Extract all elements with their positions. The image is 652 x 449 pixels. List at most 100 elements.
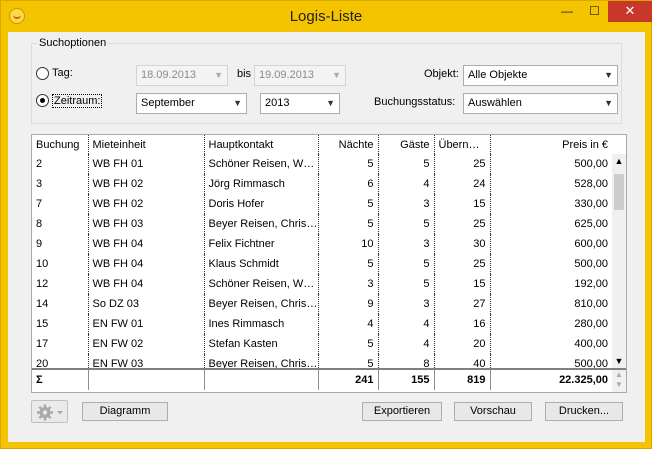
cell-buchung: 20 (32, 354, 89, 368)
cell-gaeste: 5 (378, 214, 435, 234)
cell-gaeste: 5 (378, 274, 435, 294)
zeitraum-radio[interactable] (36, 94, 49, 107)
column-header-preis[interactable]: Preis in € (490, 135, 612, 154)
cell-uebernachtungen: 40 (434, 354, 491, 368)
cell-uebernachtungen: 15 (434, 274, 491, 294)
close-button[interactable]: ✕ (608, 1, 652, 22)
scroll-down-icon[interactable]: ▼ (612, 356, 626, 366)
table-row[interactable]: 12 WB FH 04 Schöner Reisen, W… 3 5 15 192,00 (32, 274, 612, 294)
cell-buchung: 8 (32, 214, 89, 234)
cell-mieteinheit: WB FH 02 (88, 194, 205, 214)
chevron-down-icon: ▼ (233, 98, 242, 108)
chevron-down-icon: ▼ (214, 70, 223, 80)
cell-naechte: 5 (318, 154, 379, 174)
table-row[interactable]: 2 WB FH 01 Schöner Reisen, W… 5 5 25 500,00 (32, 154, 612, 174)
table-row[interactable]: 10 WB FH 04 Klaus Schmidt 5 5 25 500,00 (32, 254, 612, 274)
search-options-label: Suchoptionen (37, 37, 109, 49)
date-to-picker[interactable]: 19.09.2013 ▼ (254, 65, 346, 86)
table-row[interactable]: 9 WB FH 04 Felix Fichtner 10 3 30 600,00 (32, 234, 612, 254)
maximize-button[interactable]: ☐ (581, 1, 608, 22)
diagramm-button[interactable]: Diagramm (82, 402, 168, 421)
cell-naechte: 10 (318, 234, 379, 254)
table-body: 2 WB FH 01 Schöner Reisen, W… 5 5 25 500,00 3 WB… (32, 154, 612, 368)
scroll-thumb[interactable] (614, 174, 624, 210)
status-select[interactable]: Auswählen ▼ (463, 93, 618, 114)
cell-uebernachtungen: 25 (434, 214, 491, 234)
cell-preis: 280,00 (574, 318, 608, 330)
cell-buchung: 7 (32, 194, 89, 214)
vorschau-button[interactable]: Vorschau (454, 402, 532, 421)
chevron-down-icon: ▼ (604, 70, 613, 80)
column-header-gaeste[interactable]: Gäste (378, 135, 435, 154)
cell-preis: 528,00 (574, 178, 608, 190)
scroll-up-icon[interactable]: ▲ (612, 156, 626, 166)
sum-label: Σ (32, 370, 89, 390)
cell-uebernachtungen: 24 (434, 174, 491, 194)
sum-table: Σ 241 155 819 22.325,00 (32, 370, 612, 390)
window-client-area: Suchoptionen Tag: 18.09.2013 ▼ bis 19.09… (8, 32, 645, 442)
cell-mieteinheit: WB FH 01 (88, 154, 205, 174)
table-row[interactable]: 7 WB FH 02 Doris Hofer 5 3 15 330,00 (32, 194, 612, 214)
objekt-label: Objekt: (424, 68, 459, 80)
date-to-value: 19.09.2013 (259, 69, 315, 81)
table-row[interactable]: 3 WB FH 02 Jörg Rimmasch 6 4 24 528,00 (32, 174, 612, 194)
table-row[interactable]: 14 So DZ 03 Beyer Reisen, Chris… 9 3 27 810,00 (32, 294, 612, 314)
cell-mieteinheit: EN FW 03 (88, 354, 205, 368)
cell-preis: 500,00 (574, 258, 608, 270)
cell-gaeste: 5 (378, 154, 435, 174)
cell-mieteinheit: WB FH 04 (88, 234, 205, 254)
column-header-hauptkontakt[interactable]: Hauptkontakt (204, 135, 319, 154)
column-header-uebernachtungen[interactable]: Übern… (434, 135, 491, 154)
cell-uebernachtungen: 15 (434, 194, 491, 214)
cell-preis: 625,00 (574, 218, 608, 230)
cell-preis: 330,00 (574, 198, 608, 210)
table-row[interactable]: 17 EN FW 02 Stefan Kasten 5 4 20 400,00 (32, 334, 612, 354)
cell-hauptkontakt: Doris Hofer (204, 194, 319, 214)
cell-buchung: 17 (32, 334, 89, 354)
cell-gaeste: 3 (378, 194, 435, 214)
vertical-scrollbar[interactable]: ▲ ▼ (612, 154, 626, 368)
cell-preis: 500,00 (574, 158, 608, 170)
cell-mieteinheit: WB FH 03 (88, 214, 205, 234)
cell-hauptkontakt: Klaus Schmidt (204, 254, 319, 274)
status-label: Buchungsstatus: (374, 96, 456, 108)
settings-menu-button[interactable] (31, 400, 68, 423)
sum-row: Σ 241 155 819 22.325,00 ▲ ▼ (32, 368, 626, 392)
column-header-buchung[interactable]: Buchung (32, 135, 89, 154)
column-header-mieteinheit[interactable]: Mieteinheit (88, 135, 205, 154)
tag-radio[interactable] (36, 67, 49, 80)
cell-gaeste: 4 (378, 334, 435, 354)
cell-preis: 500,00 (574, 358, 608, 368)
cell-gaeste: 4 (378, 174, 435, 194)
cell-uebernachtungen: 25 (434, 254, 491, 274)
cell-naechte: 5 (318, 354, 379, 368)
cell-uebernachtungen: 16 (434, 314, 491, 334)
objekt-select[interactable]: Alle Objekte ▼ (463, 65, 618, 86)
table-row[interactable]: 15 EN FW 01 Ines Rimmasch 4 4 16 280,00 (32, 314, 612, 334)
cell-buchung: 15 (32, 314, 89, 334)
month-value: September (141, 97, 195, 109)
cell-hauptkontakt: Schöner Reisen, W… (204, 154, 319, 174)
exportieren-button[interactable]: Exportieren (362, 402, 442, 421)
bookings-table: Buchung Mieteinheit Hauptkontakt Nächte … (31, 134, 627, 393)
cell-preis: 400,00 (574, 338, 608, 350)
date-from-picker[interactable]: 18.09.2013 ▼ (136, 65, 228, 86)
minimize-button[interactable]: — (553, 1, 581, 22)
cell-preis: 192,00 (574, 278, 608, 290)
cell-hauptkontakt: Schöner Reisen, W… (204, 274, 319, 294)
cell-naechte: 3 (318, 274, 379, 294)
sum-uebernachtungen: 819 (434, 370, 491, 390)
chevron-down-icon: ▼ (326, 98, 335, 108)
table-row[interactable]: 8 WB FH 03 Beyer Reisen, Chris… 5 5 25 625,00 (32, 214, 612, 234)
cell-gaeste: 3 (378, 294, 435, 314)
tag-label: Tag: (52, 67, 73, 79)
column-header-naechte[interactable]: Nächte (318, 135, 379, 154)
cell-preis: 810,00 (574, 298, 608, 310)
drucken-button[interactable]: Drucken... (545, 402, 623, 421)
cell-mieteinheit: So DZ 03 (88, 294, 205, 314)
cell-hauptkontakt: Beyer Reisen, Chris… (204, 354, 319, 368)
table-row[interactable]: 20 EN FW 03 Beyer Reisen, Chris… 5 8 40 500,00 (32, 354, 612, 368)
sum-empty-cell (204, 370, 319, 390)
year-select[interactable]: 2013 ▼ (260, 93, 340, 114)
month-select[interactable]: September ▼ (136, 93, 247, 114)
